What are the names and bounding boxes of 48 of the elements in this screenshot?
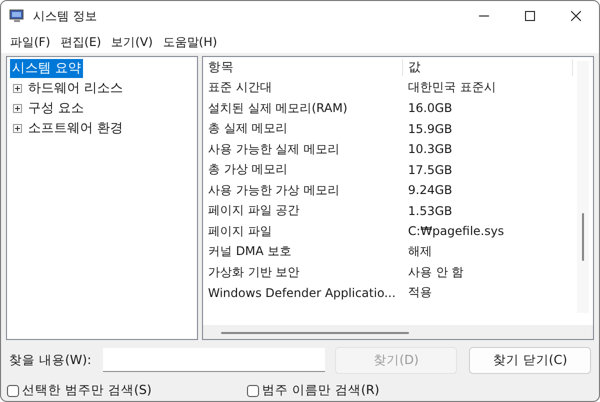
table-cell-text: 사용 가능한 실제 메모리 — [207, 140, 340, 158]
tree-item[interactable]: 시스템 요약 — [10, 59, 84, 78]
table-cell-text: 사용 안 함 — [407, 264, 465, 281]
expand-icon[interactable] — [13, 124, 22, 132]
vertical-scrollbar[interactable] — [577, 61, 589, 313]
table-cell-text: C:₩pagefile.sys — [407, 224, 505, 238]
table-cell-text: 9.24GB — [407, 183, 454, 198]
checkbox[interactable] — [247, 384, 259, 396]
find-field[interactable] — [103, 348, 326, 372]
table-cell-text: 10.3GB — [407, 142, 454, 156]
tree-item[interactable]: 소프트웨어 환경 — [26, 118, 126, 138]
table-cell-text: 설치된 실제 메모리(RAM) — [207, 100, 348, 117]
expand-icon[interactable] — [13, 84, 22, 92]
table-cell-text: 페이지 파일 공간 — [207, 202, 301, 220]
column-header[interactable]: 값 — [403, 58, 573, 76]
table-cell-text: 커널 DMA 보호 — [207, 243, 292, 260]
checkbox-label: 선택한 범주만 검색(S) — [22, 382, 152, 399]
table-cell-text: 15.9GB — [407, 122, 454, 136]
window-title: 시스템 정보 — [33, 8, 98, 24]
table-cell-text: 가상화 기반 보안 — [207, 264, 301, 281]
find-label: 찾을 내용(W): — [9, 352, 92, 368]
maximize-icon[interactable] — [525, 11, 535, 21]
computer-icon — [9, 8, 25, 24]
table-cell-text: 페이지 파일 — [207, 222, 273, 240]
menu-item[interactable]: 파일(F) — [5, 34, 56, 50]
table-cell-text: 사용 가능한 가상 메모리 — [207, 182, 340, 199]
expand-icon[interactable] — [13, 104, 22, 112]
tree-item[interactable]: 하드웨어 리소스 — [26, 78, 126, 98]
checkbox-label: 범주 이름만 검색(R) — [262, 382, 380, 399]
close-find-button[interactable]: 찾기 닫기(C) — [469, 346, 591, 374]
table-cell-text: Windows Defender Applicatio... — [207, 286, 397, 300]
horizontal-scrollbar[interactable] — [203, 325, 593, 339]
tree-item[interactable]: 구성 요소 — [26, 98, 86, 118]
menu-item[interactable]: 보기(V) — [106, 34, 158, 50]
table-cell-text: 17.5GB — [407, 162, 454, 177]
table-cell-text: 16.0GB — [407, 101, 454, 116]
table-cell-text: 총 가상 메모리 — [207, 161, 289, 178]
column-header[interactable]: 항목 — [203, 58, 403, 76]
menu-item[interactable]: 편집(E) — [55, 34, 106, 50]
table-cell-text: 대한민국 표준시 — [407, 79, 497, 96]
table-cell-text: 해제 — [407, 243, 433, 260]
checkbox[interactable] — [7, 384, 19, 396]
table-cell-text: 표준 시간대 — [207, 79, 273, 96]
table-cell-text: 총 실제 메모리 — [207, 120, 289, 138]
table-cell-text: 1.53GB — [407, 204, 454, 218]
table-cell-text: 적용 — [407, 284, 433, 302]
menu-item[interactable]: 도움말(H) — [158, 34, 222, 50]
close-icon[interactable] — [571, 11, 581, 21]
